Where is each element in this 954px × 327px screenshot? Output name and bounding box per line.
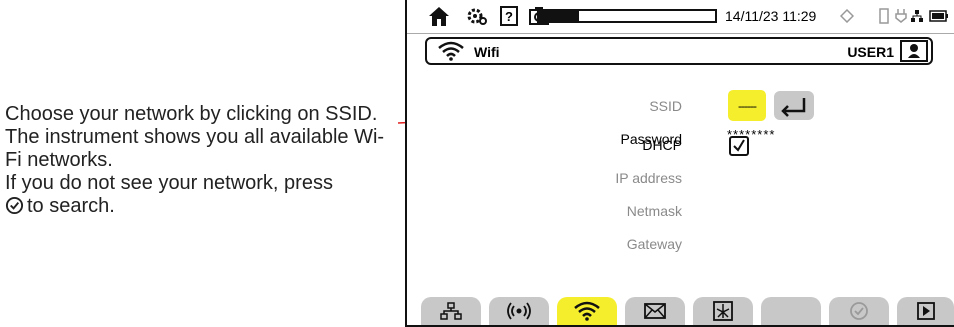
callout-line-2: If you do not see your network, press xyxy=(5,172,333,194)
network-icon xyxy=(910,4,924,28)
user-icon[interactable] xyxy=(900,40,928,62)
transfer-icon xyxy=(713,301,733,321)
wifi-icon xyxy=(438,41,464,61)
enter-icon xyxy=(781,98,806,117)
memory-progress-bar xyxy=(537,9,717,23)
dhcp-checkbox[interactable] xyxy=(729,136,749,156)
tab-transfer[interactable] xyxy=(693,297,753,325)
gateway-label: Gateway xyxy=(626,236,682,252)
help-icon[interactable]: ? xyxy=(498,4,520,28)
svg-text:?: ? xyxy=(505,9,513,24)
callout-line-1: Choose your network by clicking on SSID.… xyxy=(5,103,385,171)
ssid-button[interactable]: ------ xyxy=(728,90,766,121)
settings-icon[interactable] xyxy=(465,4,489,28)
wifi-icon xyxy=(574,301,600,321)
title-bar: Wifi USER1 xyxy=(425,37,933,65)
callout-line-3-text: to search. xyxy=(27,195,115,217)
tab-radio[interactable] xyxy=(489,297,549,325)
instrument-screen: ? 14/11/23 11:29 Wifi USER1 SSID ------ … xyxy=(405,0,954,327)
tab-mail[interactable] xyxy=(625,297,685,325)
usb-icon xyxy=(877,4,891,28)
ip-address-label: IP address xyxy=(615,170,682,186)
progress-fill xyxy=(539,11,580,21)
tab-next[interactable] xyxy=(897,297,954,325)
mail-icon xyxy=(644,303,666,319)
user-label: USER1 xyxy=(847,44,894,60)
battery-icon xyxy=(929,4,949,28)
checkmark-icon xyxy=(733,139,745,152)
radio-icon xyxy=(507,302,531,320)
callout-text: Choose your network by clicking on SSID.… xyxy=(5,103,397,218)
page-title: Wifi xyxy=(474,44,500,60)
ethernet-icon xyxy=(440,302,462,320)
search-icon xyxy=(5,196,24,215)
netmask-label: Netmask xyxy=(626,203,682,219)
callout-line-3: to search. xyxy=(5,195,397,218)
dhcp-label: DHCP xyxy=(642,137,682,153)
search-icon xyxy=(850,302,868,320)
tab-wifi[interactable] xyxy=(557,297,617,325)
next-icon xyxy=(916,302,935,320)
tab-ethernet[interactable] xyxy=(421,297,481,325)
plug-icon xyxy=(894,4,908,28)
sync-icon xyxy=(839,4,855,28)
status-bar: ? 14/11/23 11:29 xyxy=(407,0,954,34)
home-icon[interactable] xyxy=(425,4,453,28)
ssid-label[interactable]: SSID xyxy=(407,98,682,114)
tab-search xyxy=(829,297,889,325)
tab-blank xyxy=(761,297,821,325)
enter-button[interactable] xyxy=(774,91,814,120)
bottom-tab-bar xyxy=(421,297,954,327)
datetime: 14/11/23 11:29 xyxy=(725,8,817,24)
